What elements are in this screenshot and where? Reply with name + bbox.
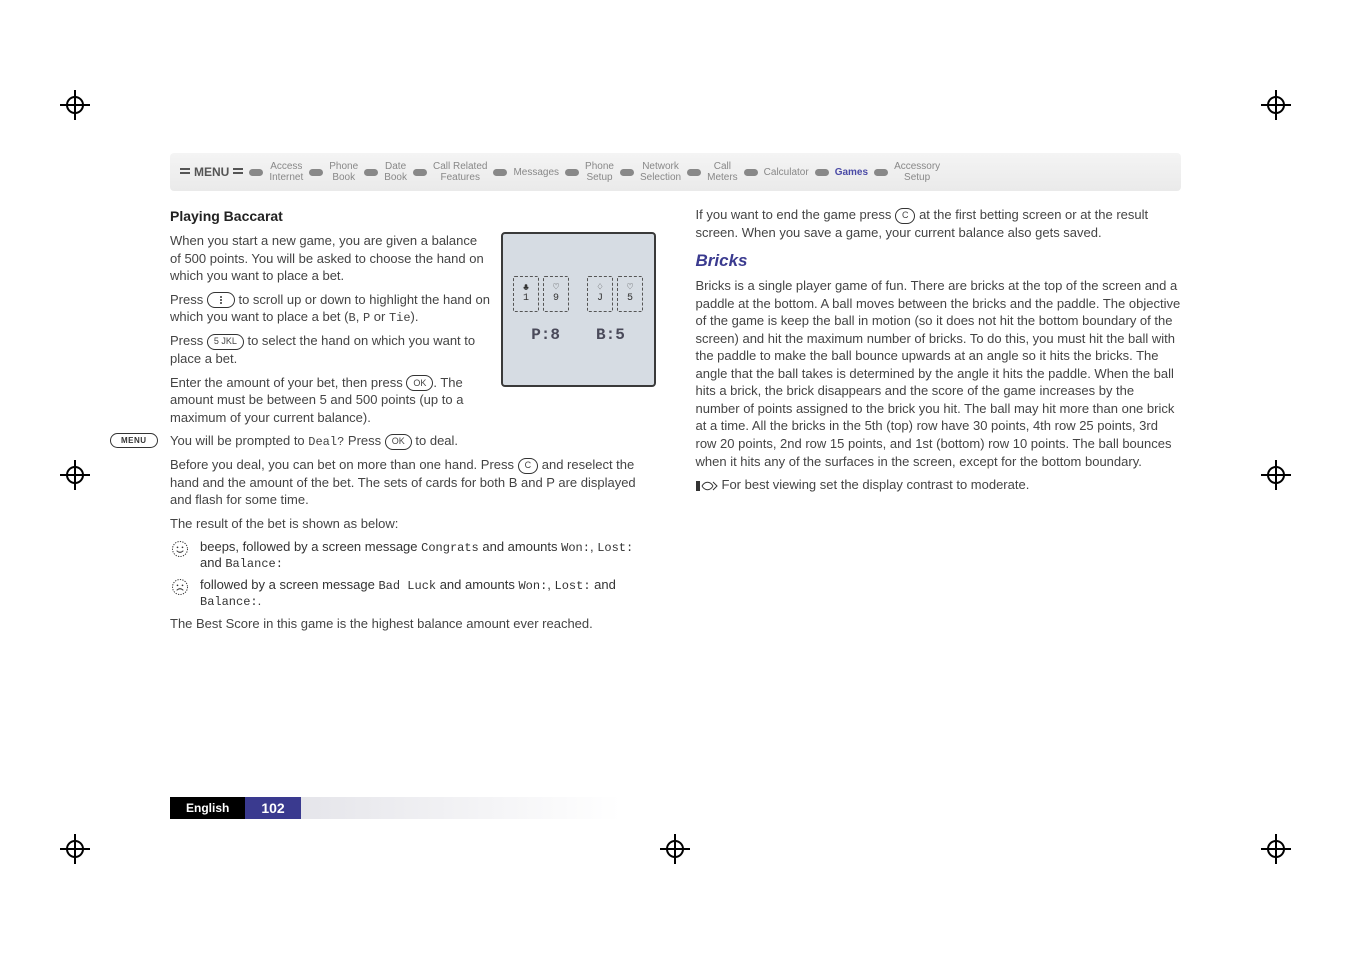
body-text: The Best Score in this game is the highe… xyxy=(170,615,656,633)
breadcrumb-separator xyxy=(687,169,701,176)
body-text: If you want to end the game press C at t… xyxy=(696,206,1182,241)
frown-icon xyxy=(170,577,190,597)
body-text: Bricks is a single player game of fun. T… xyxy=(696,277,1182,470)
breadcrumb-separator xyxy=(565,169,579,176)
crop-mark-bottom-right xyxy=(1261,834,1291,864)
breadcrumb-separator xyxy=(413,169,427,176)
breadcrumb-separator xyxy=(874,169,888,176)
breadcrumb-separator xyxy=(249,169,263,176)
page-footer: English 102 xyxy=(170,797,621,819)
crop-mark-top-left xyxy=(60,90,90,120)
phone-screen-illustration: ♣ 1 ♡ 9 ♢ J ♡ xyxy=(501,232,656,387)
breadcrumb-menu-label: MENU xyxy=(194,165,229,179)
card: ♢ J xyxy=(587,276,613,312)
note-text: For best viewing set the display contras… xyxy=(696,476,1182,494)
card-suit: ♢ xyxy=(597,284,603,294)
body-text: You will be prompted to Deal? Press OK t… xyxy=(170,432,656,450)
result-text: beeps, followed by a screen message Cong… xyxy=(200,539,656,571)
scroll-key-icon xyxy=(207,292,235,308)
breadcrumb-separator xyxy=(744,169,758,176)
p-score: P:8 xyxy=(531,326,560,344)
result-text: followed by a screen message Bad Luck an… xyxy=(200,577,656,609)
breadcrumb-item: Accessory Setup xyxy=(894,161,940,183)
card-suit: ♡ xyxy=(627,284,633,294)
crop-mark-bottom-center xyxy=(660,834,690,864)
crop-mark-mid-left xyxy=(60,460,90,490)
card-rank: J xyxy=(597,294,603,304)
breadcrumb-item-active: Games xyxy=(835,167,868,178)
breadcrumb-item: Date Book xyxy=(384,161,407,183)
crop-mark-top-right xyxy=(1261,90,1291,120)
card: ♣ 1 xyxy=(513,276,539,312)
card-rank: 9 xyxy=(553,294,559,304)
breadcrumb-separator xyxy=(493,169,507,176)
right-column: If you want to end the game press C at t… xyxy=(696,200,1182,638)
card-suit: ♡ xyxy=(553,284,559,294)
footer-language: English xyxy=(170,797,245,819)
breadcrumb-menu-icon: MENU xyxy=(180,165,243,179)
breadcrumb-item: Phone Book xyxy=(329,161,358,183)
breadcrumb-separator xyxy=(364,169,378,176)
breadcrumb-separator xyxy=(620,169,634,176)
breadcrumb: MENU Access Internet Phone Book Date Boo… xyxy=(170,153,1181,191)
breadcrumb-item: Call Related Features xyxy=(433,161,487,183)
section-heading-baccarat: Playing Baccarat xyxy=(170,208,656,224)
note-icon xyxy=(696,479,718,493)
c-key-icon: C xyxy=(518,458,539,474)
breadcrumb-item: Calculator xyxy=(764,167,809,178)
breadcrumb-item: Phone Setup xyxy=(585,161,614,183)
body-text: The result of the bet is shown as below: xyxy=(170,515,656,533)
c-key-icon: C xyxy=(895,208,916,224)
ok-key-icon: OK xyxy=(406,375,433,391)
breadcrumb-item: Network Selection xyxy=(640,161,681,183)
menu-key-badge: MENU xyxy=(110,433,158,448)
card-suit: ♣ xyxy=(523,284,529,294)
footer-page-number: 102 xyxy=(245,797,300,819)
result-sad: followed by a screen message Bad Luck an… xyxy=(170,577,656,609)
section-heading-bricks: Bricks xyxy=(696,251,1182,271)
card-rank: 1 xyxy=(523,294,529,304)
body-text: Before you deal, you can bet on more tha… xyxy=(170,456,656,509)
card: ♡ 5 xyxy=(617,276,643,312)
five-key-icon: 5 JKL xyxy=(207,334,244,350)
crop-mark-bottom-left xyxy=(60,834,90,864)
result-happy: beeps, followed by a screen message Cong… xyxy=(170,539,656,571)
crop-mark-mid-right xyxy=(1261,460,1291,490)
ok-key-icon: OK xyxy=(385,434,412,450)
left-column: Playing Baccarat ♣ 1 ♡ 9 xyxy=(170,200,656,638)
smile-icon xyxy=(170,539,190,559)
breadcrumb-item: Messages xyxy=(513,167,559,178)
breadcrumb-separator xyxy=(815,169,829,176)
breadcrumb-item: Access Internet xyxy=(269,161,303,183)
card-rank: 5 xyxy=(627,294,633,304)
card: ♡ 9 xyxy=(543,276,569,312)
footer-tail xyxy=(301,797,621,819)
b-score: B:5 xyxy=(596,326,625,344)
breadcrumb-item: Call Meters xyxy=(707,161,738,183)
breadcrumb-separator xyxy=(309,169,323,176)
